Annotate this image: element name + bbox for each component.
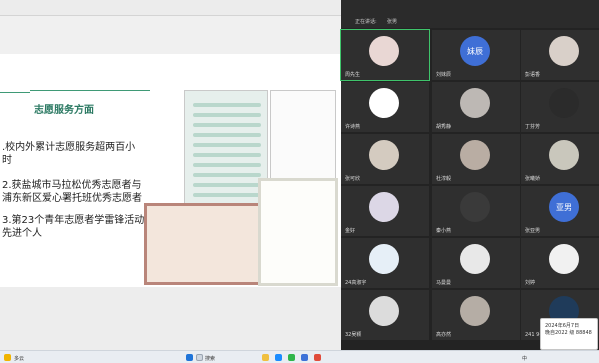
slide-accent-line (30, 90, 150, 91)
meeting-topbar: 正在讲话: 张男 (341, 0, 599, 28)
participant-avatar (549, 140, 579, 170)
presentation-app-icon[interactable] (314, 354, 321, 361)
participant-avatar (549, 36, 579, 66)
participant-tile[interactable]: 彭语香 (521, 30, 599, 80)
participant-tile[interactable]: 杜淳毅 (432, 134, 520, 184)
notification-toast[interactable]: 2024年6月7日 晚自2022 级 88848 (540, 318, 598, 350)
participant-name: 许诗燕 (345, 124, 361, 130)
participant-name: 秦小燕 (436, 228, 452, 234)
participant-tile[interactable]: 胡秀静 (432, 82, 520, 132)
participant-tile[interactable]: 许诗燕 (341, 82, 429, 132)
presentation-bottom-area (0, 287, 341, 350)
participant-name: 24高淑宇 (345, 280, 367, 286)
participant-avatar: 妹辰 (460, 36, 490, 66)
marathon-volunteer-certificate-image (258, 178, 338, 286)
slide-text-line: 3.第23个青年志愿者学雷锋活动 (2, 215, 145, 226)
participant-tile[interactable]: 妹辰刘妹辰 (432, 30, 520, 80)
participant-avatar (460, 192, 490, 222)
participant-name: 刘妹辰 (436, 72, 452, 78)
weather-icon[interactable] (4, 354, 11, 361)
edge-icon[interactable] (275, 354, 282, 361)
presentation-titlebar (0, 0, 341, 16)
participant-avatar (460, 140, 490, 170)
input-language-label[interactable]: 中 (522, 355, 527, 362)
participant-avatar (369, 88, 399, 118)
slide-accent-line (0, 92, 30, 93)
search-icon[interactable] (196, 354, 203, 361)
participant-tile[interactable]: 周先生 (340, 29, 430, 81)
participant-tile[interactable]: 24高淑宇 (341, 238, 429, 288)
participant-tile[interactable]: 亚男张亚男 (521, 186, 599, 236)
participant-avatar (549, 244, 579, 274)
participant-avatar (460, 88, 490, 118)
participant-avatar: 亚男 (549, 192, 579, 222)
honor-certificate-image (144, 203, 262, 285)
slide-title: 志愿服务方面 (34, 105, 94, 116)
participant-tile[interactable]: 高亦然 (432, 290, 520, 340)
participant-name: 胡秀静 (436, 124, 452, 130)
participant-name: 彭语香 (525, 72, 541, 78)
participant-tile[interactable]: 刘婷 (521, 238, 599, 288)
participant-tile[interactable]: 张曦娇 (521, 134, 599, 184)
slide-text-line: 2.获盐城市马拉松优秀志愿者与 (2, 180, 142, 191)
participant-avatar (549, 88, 579, 118)
participant-name: 刘婷 (525, 280, 536, 286)
participant-tile[interactable]: 32吴颖 (341, 290, 429, 340)
participant-tile[interactable]: 秦小燕 (432, 186, 520, 236)
participant-name: 金好 (345, 228, 356, 234)
weather-label: 多云 (14, 356, 25, 362)
start-icon[interactable] (186, 354, 193, 361)
participant-name: 马曼曼 (436, 280, 452, 286)
participant-name: 张亚男 (525, 228, 541, 234)
speaker-name: 张男 (387, 19, 398, 25)
participant-name: 张曦娇 (525, 176, 541, 182)
meeting-app-icon[interactable] (301, 354, 308, 361)
speaking-label: 正在讲话: (355, 19, 377, 25)
file-explorer-icon[interactable] (262, 354, 269, 361)
participant-tile[interactable]: 丁芬芳 (521, 82, 599, 132)
participant-avatar (369, 296, 399, 326)
participant-avatar (369, 192, 399, 222)
slide-text-line: 先进个人 (2, 228, 42, 239)
participant-tile[interactable]: 张可欣 (341, 134, 429, 184)
toast-line: 2024年6月7日 (545, 323, 580, 329)
participant-name: 高亦然 (436, 332, 452, 338)
participant-avatar (369, 36, 399, 66)
presentation-window: 志愿服务方面 .校内外累计志愿服务超两百小 时 2.获盐城市马拉松优秀志愿者与 … (0, 0, 341, 350)
participant-name: 张可欣 (345, 176, 361, 182)
presentation-toolbar (0, 16, 341, 54)
participant-avatar (369, 244, 399, 274)
slide-text-line: 时 (2, 155, 12, 166)
participant-avatar (369, 140, 399, 170)
slide-text-line: .校内外累计志愿服务超两百小 (2, 142, 136, 153)
participant-avatar (460, 244, 490, 274)
participant-avatar (460, 296, 490, 326)
toast-line: 晚自2022 级 88848 (545, 330, 592, 336)
wechat-icon[interactable] (288, 354, 295, 361)
participant-name: 32吴颖 (345, 332, 362, 338)
search-label[interactable]: 搜索 (205, 355, 215, 362)
meeting-window: 正在讲话: 张男 周先生 妹辰 刘妹辰 彭语香 许诗燕 胡秀静 丁芬芳 张可欣 杜淳毅 张曦娇 金好… (340, 0, 599, 350)
participant-tile[interactable]: 马曼曼 (432, 238, 520, 288)
participant-name: 杜淳毅 (436, 176, 452, 182)
certificate-image (270, 90, 336, 184)
participant-name: 丁芬芳 (525, 124, 541, 130)
windows-taskbar: 多云 搜索 中 (0, 350, 599, 363)
slide-text-line: 浦东新区爱心署托班优秀志愿者 (2, 193, 142, 204)
participant-tile[interactable]: 金好 (341, 186, 429, 236)
participant-name: 周先生 (345, 72, 361, 78)
